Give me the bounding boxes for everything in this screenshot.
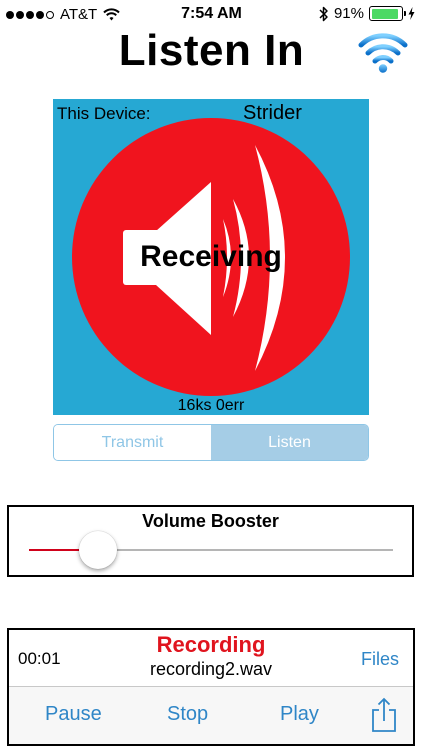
play-button[interactable]: Play <box>280 703 319 726</box>
recording-status: Recording <box>156 632 266 657</box>
stop-button[interactable]: Stop <box>167 703 208 726</box>
state-label: Receiving <box>140 240 282 273</box>
share-icon <box>372 697 396 732</box>
device-name: Strider <box>243 102 302 124</box>
bluetooth-icon <box>319 6 328 21</box>
volume-booster-panel: Volume Booster <box>7 505 414 577</box>
battery-icon <box>369 6 406 21</box>
device-label: This Device: <box>57 104 151 123</box>
pause-button[interactable]: Pause <box>45 703 102 726</box>
battery-percent: 91% <box>333 5 364 22</box>
segment-transmit[interactable]: Transmit <box>54 425 211 460</box>
segment-listen[interactable]: Listen <box>211 425 368 460</box>
files-button[interactable]: Files <box>361 649 399 670</box>
recording-panel: 00:01 Recording recording2.wav Files Pau… <box>7 628 415 746</box>
recording-header: 00:01 Recording recording2.wav Files <box>9 630 413 686</box>
mode-segmented-control: Transmit Listen <box>53 424 369 461</box>
share-button[interactable] <box>371 697 397 733</box>
volume-title: Volume Booster <box>142 511 279 531</box>
volume-slider-thumb[interactable] <box>79 531 118 569</box>
recording-toolbar: Pause Stop Play <box>9 686 413 744</box>
device-panel: This Device: Strider Receiving 16ks 0err <box>53 99 369 415</box>
recording-file-name: recording2.wav <box>149 659 273 679</box>
charging-icon <box>408 7 415 20</box>
wifi-icon <box>358 33 408 73</box>
status-right: 91% <box>319 5 415 22</box>
stats-label: 16ks 0err <box>177 397 245 414</box>
wifi-button[interactable] <box>358 30 408 74</box>
battery-level <box>371 8 398 19</box>
